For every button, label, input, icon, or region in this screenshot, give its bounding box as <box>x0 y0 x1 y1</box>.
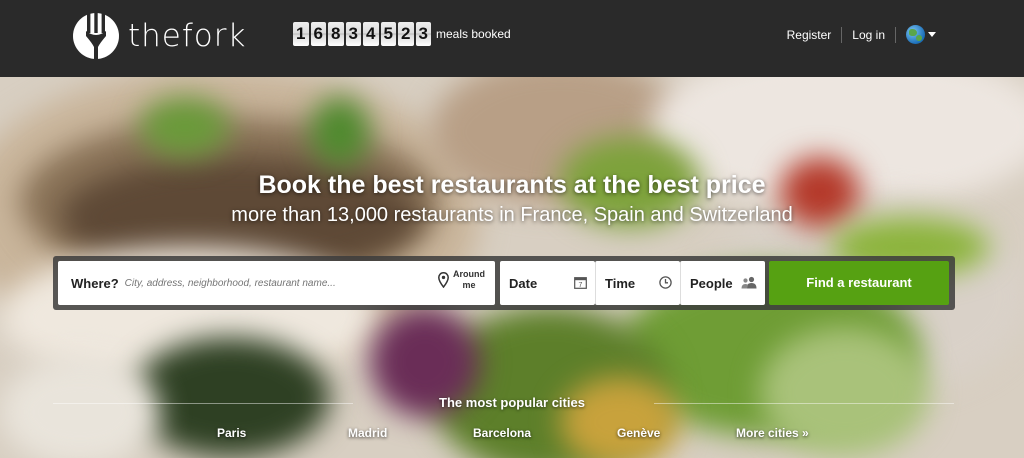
popular-cities-title: The most popular cities <box>439 395 585 410</box>
date-field[interactable]: Date 7 <box>500 261 595 305</box>
nav-divider <box>895 26 896 43</box>
city-link-paris[interactable]: Paris <box>217 426 246 440</box>
counter-label: meals booked <box>436 27 511 41</box>
fork-logo-icon <box>72 9 120 61</box>
counter-digit: 3 <box>345 22 361 46</box>
login-link[interactable]: Log in <box>852 28 885 42</box>
counter-digit: 8 <box>328 22 344 46</box>
around-me-line: me <box>462 280 476 290</box>
brand-logo[interactable]: thefork <box>72 9 246 61</box>
find-restaurant-button[interactable]: Find a restaurant <box>769 261 949 305</box>
account-nav: Register Log in <box>787 25 936 44</box>
where-field[interactable]: Where? Around me <box>58 261 495 305</box>
counter-digit: 2 <box>398 22 414 46</box>
more-cities-link[interactable]: More cities » <box>736 426 809 440</box>
counter-digit: 1 <box>293 22 309 46</box>
time-field[interactable]: Time <box>595 261 680 305</box>
people-field[interactable]: People <box>680 261 765 305</box>
calendar-icon: 7 <box>574 276 587 294</box>
clock-icon <box>659 276 672 294</box>
search-bar: Where? Around me Date 7 Time People Find… <box>53 256 955 310</box>
people-label: People <box>690 275 733 291</box>
svg-text:7: 7 <box>579 282 583 289</box>
hero-subline: more than 13,000 restaurants in France, … <box>231 204 793 226</box>
counter-digit: 4 <box>363 22 379 46</box>
top-header: thefork 1 6 8 3 4 5 2 3 meals booked Reg… <box>0 0 1024 77</box>
counter-digit: 5 <box>380 22 396 46</box>
globe-icon[interactable] <box>906 25 925 44</box>
date-label: Date <box>509 275 538 291</box>
city-link-madrid[interactable]: Madrid <box>348 426 387 440</box>
around-me-label: Around me <box>453 269 485 291</box>
city-link-barcelona[interactable]: Barcelona <box>473 426 531 440</box>
location-pin-icon <box>438 272 449 289</box>
counter-digit: 3 <box>415 22 431 46</box>
chevron-down-icon[interactable] <box>928 32 936 37</box>
register-link[interactable]: Register <box>787 28 832 42</box>
where-label: Where? <box>71 275 119 291</box>
counter-digit: 6 <box>310 22 326 46</box>
brand-wordmark: thefork <box>128 18 247 54</box>
around-me-button[interactable]: Around me <box>438 269 485 291</box>
city-link-geneve[interactable]: Genève <box>617 426 660 440</box>
nav-divider <box>841 26 843 43</box>
around-me-line: Around <box>453 269 485 279</box>
hero-headline: Book the best restaurants at the best pr… <box>258 171 766 199</box>
where-input[interactable] <box>124 277 415 289</box>
people-icon <box>741 276 757 294</box>
time-label: Time <box>605 275 636 291</box>
meals-booked-counter: 1 6 8 3 4 5 2 3 meals booked <box>293 22 511 46</box>
